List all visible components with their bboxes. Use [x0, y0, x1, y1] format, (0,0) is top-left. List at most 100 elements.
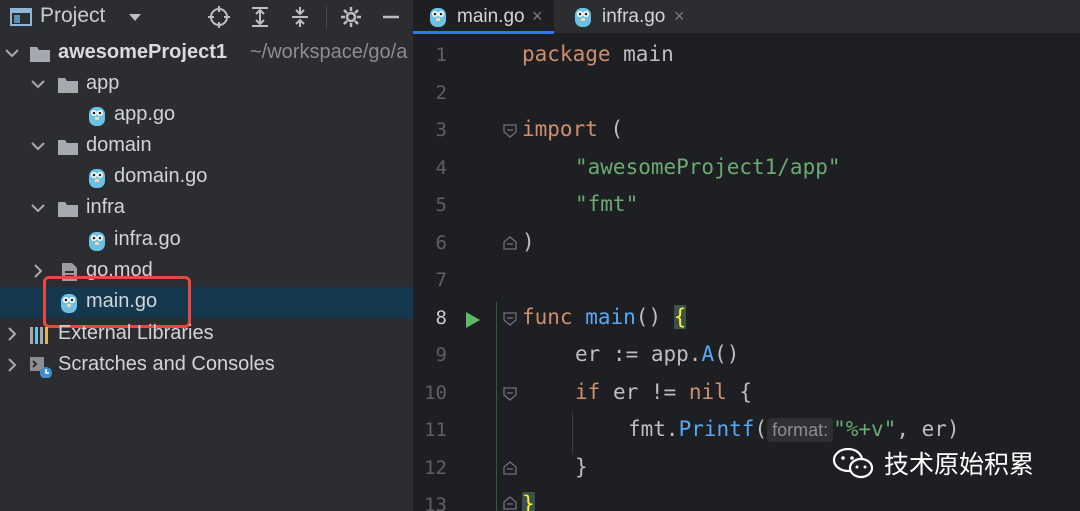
code-token: } [575, 455, 588, 479]
parameter-hint: format: [767, 418, 834, 442]
collapse-all-icon[interactable] [287, 5, 313, 29]
tree-item-domain-folder[interactable]: domain [0, 131, 413, 162]
chevron-down-icon[interactable] [4, 45, 20, 61]
line-number: 4 [435, 157, 447, 179]
line-number: 6 [435, 232, 447, 254]
code-line-4: "awesomeProject1/app" [575, 155, 841, 179]
tree-item-app-go[interactable]: app.go [0, 100, 413, 131]
project-view-icon [10, 8, 32, 26]
gopher-icon [89, 107, 105, 126]
watermark-text: 技术原始积累 [884, 450, 1035, 479]
tree-label: Scratches and Consoles [58, 353, 275, 375]
code-token: "%+v" [833, 417, 897, 441]
fold-icon[interactable] [503, 461, 517, 475]
folder-icon [30, 47, 50, 62]
line-number: 7 [435, 269, 447, 291]
tree-item-external-libraries[interactable]: External Libraries [0, 319, 413, 350]
tree-item-domain-go[interactable]: domain.go [0, 162, 413, 193]
chevron-down-icon[interactable] [30, 76, 46, 92]
tab-label: infra.go [602, 6, 666, 27]
tab-main-go[interactable]: main.go × [413, 0, 554, 34]
code-token: main [572, 305, 636, 329]
tree-label: infra.go [114, 228, 181, 250]
code-token: () [635, 305, 674, 329]
line-number: 3 [435, 119, 447, 141]
code-line-8: func main() { [522, 305, 687, 329]
folder-icon [58, 78, 78, 93]
minimize-icon[interactable] [378, 5, 404, 29]
fold-icon[interactable] [503, 496, 517, 510]
code-token: package [522, 42, 611, 66]
editor-tab-bar: main.go × infra.go × [413, 0, 1080, 34]
gopher-icon [89, 232, 105, 251]
tree-root-path: ~/workspace/go/a [250, 41, 408, 63]
line-number: 5 [435, 194, 447, 216]
fold-icon[interactable] [503, 312, 517, 326]
tree-item-scratches[interactable]: Scratches and Consoles [0, 350, 413, 381]
fold-icon[interactable] [503, 387, 517, 401]
chevron-right-icon[interactable] [4, 357, 20, 373]
tree-item-root[interactable]: awesomeProject1 ~/workspace/go/a [0, 38, 413, 69]
code-line-1: package main [522, 42, 674, 66]
chevron-down-icon[interactable] [30, 200, 46, 216]
code-token: er != [600, 380, 689, 404]
code-token: ( [754, 417, 768, 441]
line-number: 8 [435, 307, 447, 329]
chevron-right-icon[interactable] [30, 263, 46, 279]
code-area[interactable]: 1 2 3 4 5 6 7 8 9 10 11 12 13 package ma… [413, 34, 1080, 511]
line-number: 9 [435, 344, 447, 366]
wechat-icon [832, 447, 874, 479]
code-token: A [701, 342, 715, 366]
line-number: 10 [424, 382, 447, 404]
code-token: fmt. [628, 417, 679, 441]
project-panel-header: Project [0, 0, 413, 34]
code-token: ) [522, 230, 535, 254]
tree-item-infra-folder[interactable]: infra [0, 193, 413, 224]
fold-icon[interactable] [503, 236, 517, 250]
chevron-down-icon[interactable] [30, 138, 46, 154]
tab-infra-go[interactable]: infra.go × [558, 0, 698, 34]
code-token: Printf [678, 417, 755, 441]
code-line-6: ) [522, 230, 535, 254]
gear-icon[interactable] [338, 5, 364, 29]
library-icon [30, 327, 48, 344]
code-token: { [726, 380, 753, 404]
tree-item-app-folder[interactable]: app [0, 69, 413, 100]
toolbar-divider [326, 5, 327, 29]
line-number: 1 [435, 44, 447, 66]
tree-label: app.go [114, 103, 176, 125]
watermark: 技术原始积累 [832, 443, 1034, 483]
code-token: nil [688, 380, 727, 404]
fold-icon[interactable] [503, 124, 517, 138]
indent-guide [572, 412, 573, 454]
gopher-icon [89, 169, 105, 188]
code-token: main [610, 42, 674, 66]
close-icon[interactable]: × [532, 6, 543, 27]
gopher-icon [575, 8, 591, 27]
code-token: () [714, 342, 740, 366]
panel-title[interactable]: Project [40, 4, 105, 28]
code-token: "fmt" [575, 192, 639, 216]
code-token: func [522, 305, 573, 329]
line-number: 13 [424, 494, 447, 511]
code-editor[interactable]: main.go × infra.go × 1 2 3 4 5 6 7 8 9 1… [413, 0, 1080, 511]
project-panel: Project awesomeProject1 ~/workspace/go/a [0, 0, 413, 511]
code-token: import [522, 117, 598, 141]
code-line-3: import ( [522, 117, 623, 141]
code-token: ( [597, 117, 624, 141]
code-line-10: if er != nil { [575, 380, 752, 404]
line-number: 2 [435, 82, 447, 104]
chevron-down-icon[interactable] [128, 13, 142, 22]
code-token: { [673, 305, 687, 329]
expand-all-icon[interactable] [247, 5, 273, 29]
tree-item-infra-go[interactable]: infra.go [0, 225, 413, 256]
locate-icon[interactable] [206, 5, 232, 29]
tab-label: main.go [457, 6, 525, 27]
code-token: , er) [896, 417, 960, 441]
chevron-right-icon[interactable] [4, 326, 20, 342]
run-icon[interactable] [465, 311, 481, 329]
code-line-9: er := app.A() [575, 342, 739, 366]
close-icon[interactable]: × [674, 6, 685, 27]
folder-icon [58, 202, 78, 217]
code-line-5: "fmt" [575, 192, 638, 216]
